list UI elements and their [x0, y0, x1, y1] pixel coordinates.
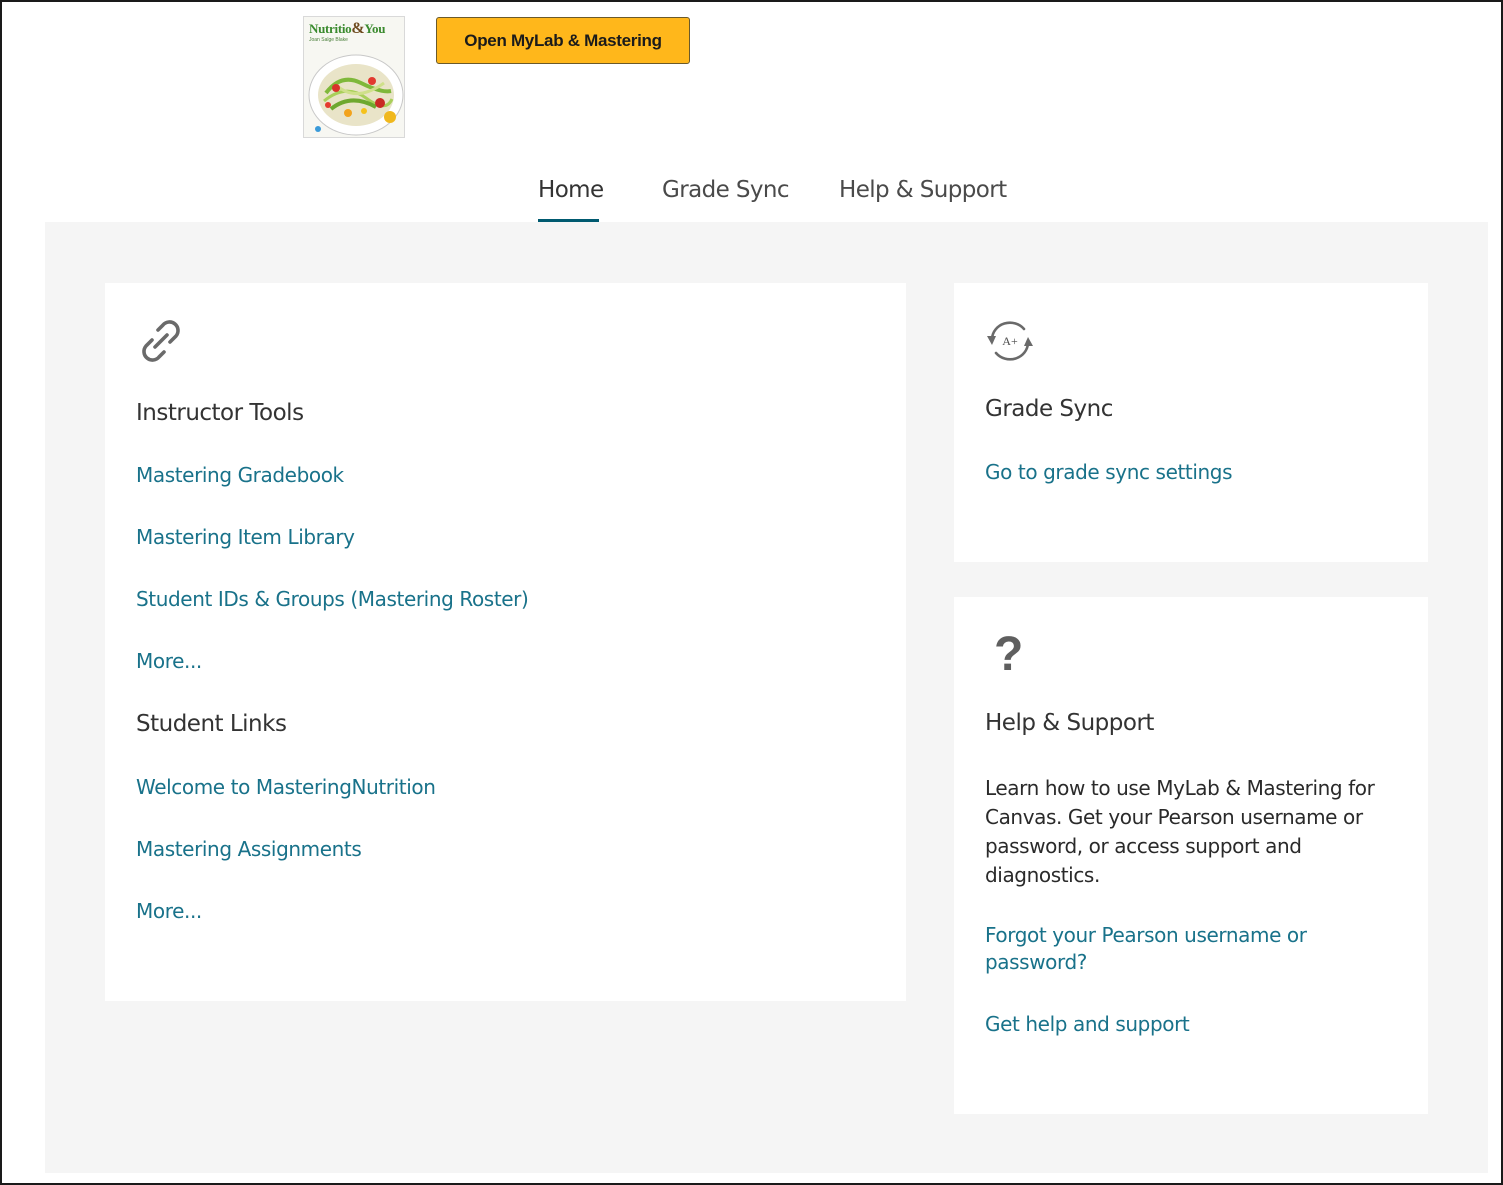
student-ids-groups-link[interactable]: Student IDs & Groups (Mastering Roster)	[136, 587, 529, 611]
book-cover-image: Nutritio&You Joan Salge Blake	[303, 16, 405, 138]
student-links-heading: Student Links	[136, 711, 287, 737]
link-icon	[142, 320, 180, 362]
instructor-more-link[interactable]: More...	[136, 649, 202, 673]
grade-sync-icon: A+	[987, 321, 1033, 361]
student-more-link[interactable]: More...	[136, 899, 202, 923]
mastering-gradebook-link[interactable]: Mastering Gradebook	[136, 463, 344, 487]
app-frame: Nutritio&You Joan Salge Blake Open MyLab…	[0, 0, 1503, 1185]
help-support-heading: Help & Support	[985, 710, 1154, 736]
help-description: Learn how to use MyLab & Mastering for C…	[985, 776, 1375, 887]
grade-sync-heading: Grade Sync	[985, 396, 1113, 422]
mastering-item-library-link[interactable]: Mastering Item Library	[136, 525, 355, 549]
grade-sync-icon-text: A+	[1002, 334, 1018, 348]
book-cover-title: Nutritio&You	[309, 20, 386, 37]
welcome-mastering-nutrition-link[interactable]: Welcome to MasteringNutrition	[136, 775, 436, 799]
get-help-support-link[interactable]: Get help and support	[985, 1012, 1190, 1036]
tab-home[interactable]: Home	[538, 170, 604, 222]
help-support-card: ? Help & Support Learn how to use MyLab …	[954, 597, 1428, 1114]
grade-sync-settings-link[interactable]: Go to grade sync settings	[985, 460, 1233, 484]
tab-grade-sync[interactable]: Grade Sync	[662, 170, 789, 222]
instructor-tools-heading: Instructor Tools	[136, 400, 304, 426]
forgot-username-password-link[interactable]: Forgot your Pearson username or password…	[985, 922, 1345, 976]
food-plate-illustration	[308, 54, 404, 136]
grade-sync-card: A+ Grade Sync Go to grade sync settings	[954, 283, 1428, 562]
main-content-area: Instructor Tools Mastering Gradebook Mas…	[45, 222, 1488, 1173]
question-mark-icon: ?	[994, 628, 1024, 681]
mastering-assignments-link[interactable]: Mastering Assignments	[136, 837, 362, 861]
tab-bar: Home Grade Sync Help & Support	[2, 170, 1503, 222]
tab-help-support[interactable]: Help & Support	[839, 170, 1007, 222]
open-mylab-mastering-button[interactable]: Open MyLab & Mastering	[436, 17, 690, 64]
tools-card: Instructor Tools Mastering Gradebook Mas…	[105, 283, 906, 1001]
